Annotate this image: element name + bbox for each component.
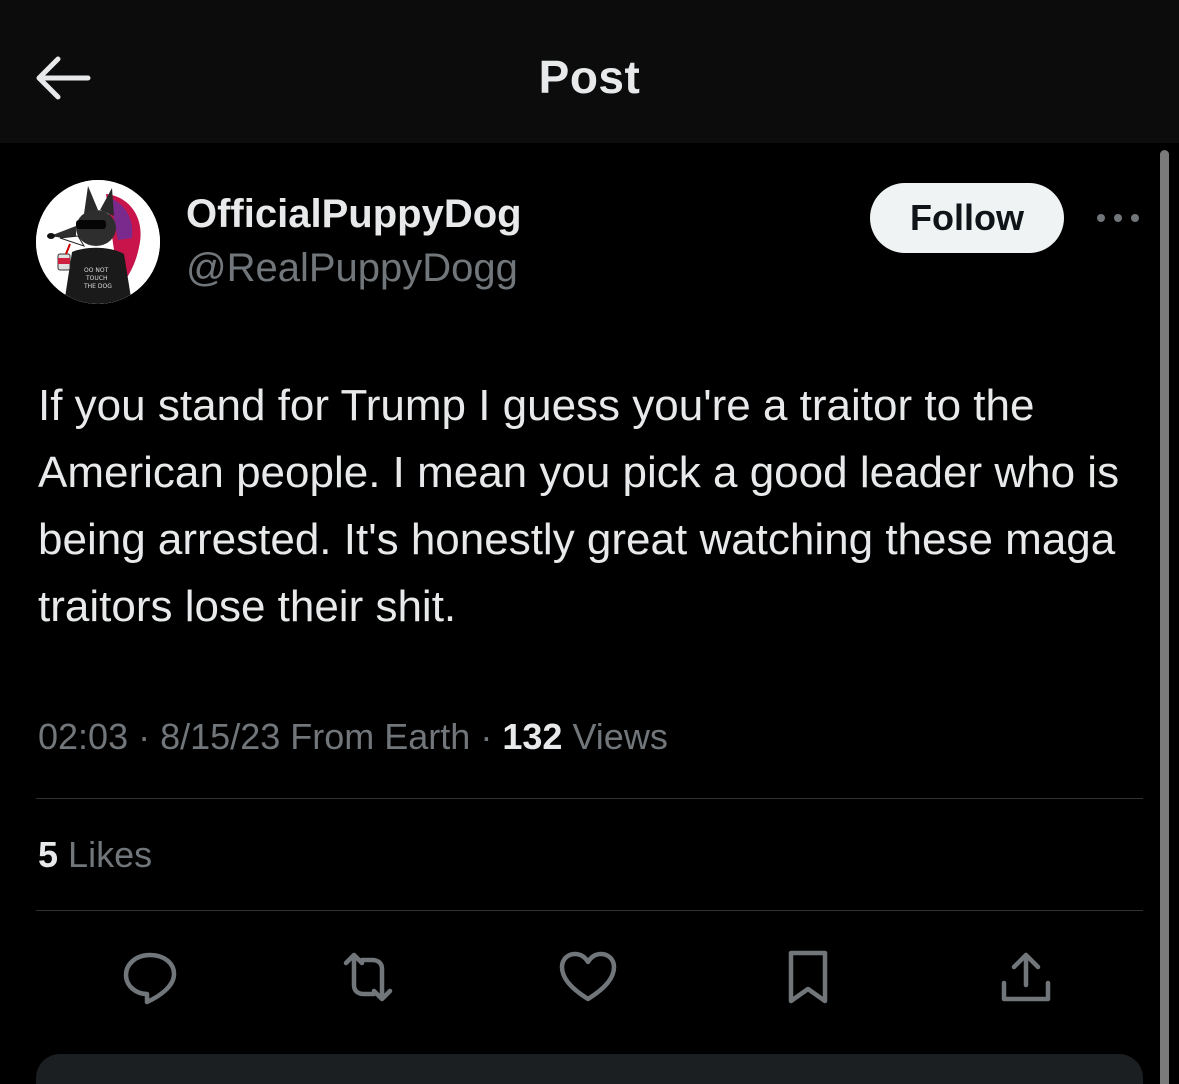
author-display-name[interactable]: OfficialPuppyDog	[186, 192, 522, 237]
author-handle[interactable]: @RealPuppyDogg	[186, 246, 518, 291]
page-title: Post	[538, 51, 641, 103]
more-options-button[interactable]	[1090, 198, 1146, 238]
repost-button[interactable]	[336, 945, 400, 1009]
reply-button[interactable]	[118, 945, 182, 1009]
scrollbar[interactable]	[1160, 150, 1169, 1084]
heart-icon	[559, 951, 617, 1002]
share-icon	[1001, 952, 1051, 1002]
meta-separator: ·	[138, 716, 151, 757]
views-label: Views	[572, 716, 668, 757]
post-screen: Post OO NOT TOUCH THE DOG OfficialPuppyD…	[0, 0, 1179, 1084]
views-count: 132	[502, 716, 563, 757]
post-meta: 02:03 · 8/15/23 From Earth · 132 Views	[38, 716, 668, 758]
likes-summary[interactable]: 5 Likes	[38, 834, 152, 876]
post-text: If you stand for Trump I guess you're a …	[38, 381, 1120, 631]
comment-icon	[123, 952, 177, 1005]
bookmark-button[interactable]	[776, 945, 840, 1009]
like-button[interactable]	[556, 945, 620, 1009]
more-horizontal-icon	[1097, 214, 1139, 222]
avatar[interactable]: OO NOT TOUCH THE DOG	[36, 180, 160, 304]
likes-label: Likes	[68, 834, 153, 875]
follow-button[interactable]: Follow	[870, 183, 1064, 253]
avatar-illustration: OO NOT TOUCH THE DOG	[36, 180, 160, 304]
reply-composer[interactable]	[36, 1054, 1143, 1084]
divider	[36, 910, 1143, 911]
post-time[interactable]: 02:03	[38, 716, 128, 757]
share-button[interactable]	[994, 945, 1058, 1009]
svg-text:TOUCH: TOUCH	[85, 275, 107, 282]
svg-text:OO NOT: OO NOT	[84, 267, 109, 274]
divider	[36, 798, 1143, 799]
post-location: From Earth	[290, 716, 471, 757]
meta-separator: ·	[480, 716, 493, 757]
repost-icon	[343, 952, 393, 1002]
bookmark-icon	[788, 950, 828, 1004]
post-date[interactable]: 8/15/23	[160, 716, 280, 757]
top-bar: Post	[0, 0, 1179, 143]
likes-count: 5	[38, 834, 59, 875]
svg-text:THE DOG: THE DOG	[83, 283, 112, 290]
